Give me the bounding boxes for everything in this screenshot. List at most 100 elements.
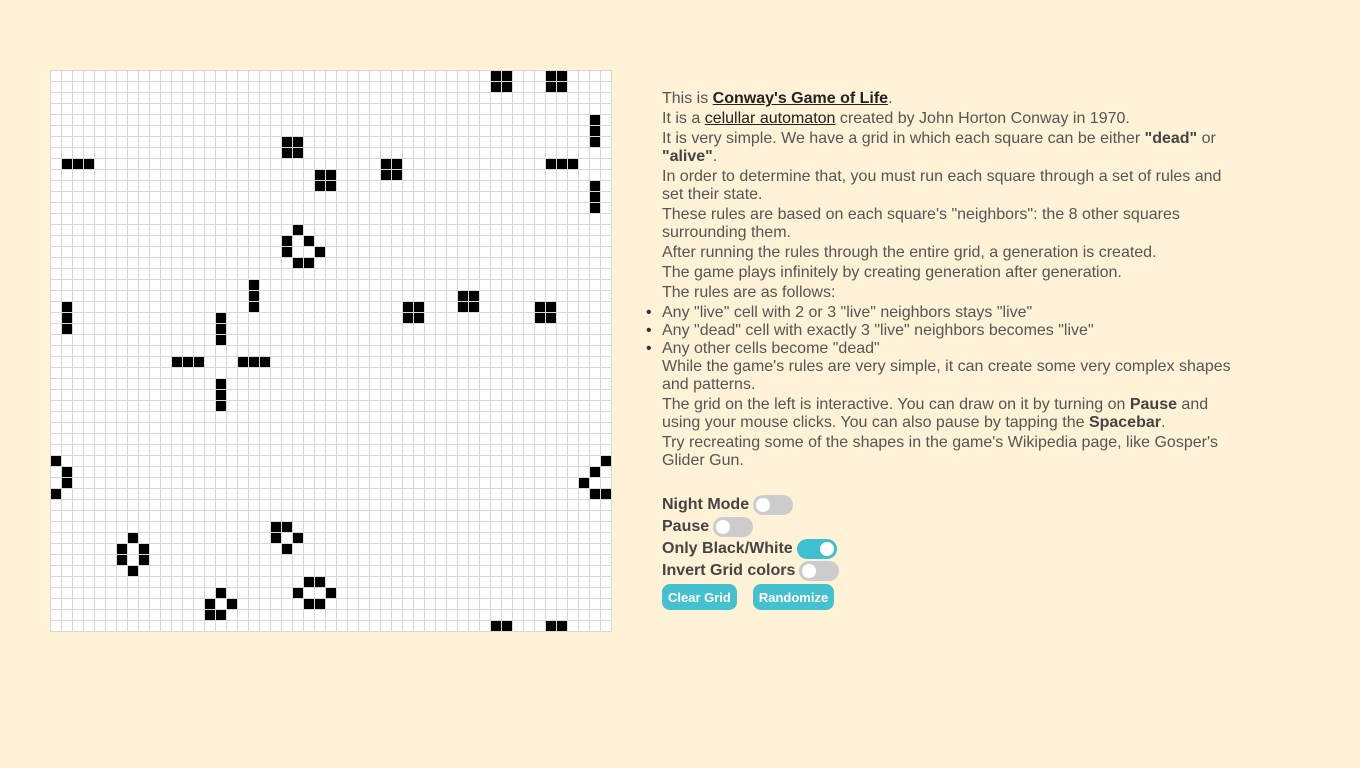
grid-cell[interactable]	[579, 247, 589, 257]
grid-cell[interactable]	[172, 357, 182, 367]
grid-cell[interactable]	[128, 588, 138, 598]
grid-cell[interactable]	[304, 599, 314, 609]
grid-cell[interactable]	[458, 555, 468, 565]
grid-cell[interactable]	[381, 423, 391, 433]
grid-cell[interactable]	[491, 577, 501, 587]
grid-cell[interactable]	[260, 181, 270, 191]
grid-cell[interactable]	[282, 445, 292, 455]
grid-cell[interactable]	[194, 313, 204, 323]
grid-cell[interactable]	[304, 104, 314, 114]
grid-cell[interactable]	[172, 247, 182, 257]
grid-cell[interactable]	[227, 511, 237, 521]
grid-cell[interactable]	[359, 357, 369, 367]
grid-cell[interactable]	[172, 544, 182, 554]
grid-cell[interactable]	[95, 269, 105, 279]
grid-cell[interactable]	[117, 588, 127, 598]
grid-cell[interactable]	[601, 203, 611, 213]
grid-cell[interactable]	[557, 236, 567, 246]
grid-cell[interactable]	[238, 247, 248, 257]
grid-cell[interactable]	[458, 522, 468, 532]
grid-cell[interactable]	[117, 368, 127, 378]
grid-cell[interactable]	[216, 467, 226, 477]
grid-cell[interactable]	[73, 500, 83, 510]
grid-cell[interactable]	[161, 93, 171, 103]
grid-cell[interactable]	[271, 137, 281, 147]
grid-cell[interactable]	[194, 434, 204, 444]
grid-cell[interactable]	[304, 544, 314, 554]
grid-cell[interactable]	[370, 225, 380, 235]
grid-cell[interactable]	[128, 445, 138, 455]
grid-cell[interactable]	[502, 258, 512, 268]
grid-cell[interactable]	[513, 236, 523, 246]
grid-cell[interactable]	[458, 511, 468, 521]
grid-cell[interactable]	[282, 368, 292, 378]
grid-cell[interactable]	[73, 456, 83, 466]
grid-cell[interactable]	[557, 170, 567, 180]
grid-cell[interactable]	[282, 489, 292, 499]
grid-cell[interactable]	[62, 104, 72, 114]
grid-cell[interactable]	[348, 368, 358, 378]
grid-cell[interactable]	[370, 269, 380, 279]
grid-cell[interactable]	[458, 401, 468, 411]
grid-cell[interactable]	[216, 379, 226, 389]
grid-cell[interactable]	[161, 148, 171, 158]
grid-cell[interactable]	[458, 137, 468, 147]
grid-cell[interactable]	[51, 269, 61, 279]
grid-cell[interactable]	[128, 126, 138, 136]
grid-cell[interactable]	[513, 93, 523, 103]
grid-cell[interactable]	[326, 445, 336, 455]
grid-cell[interactable]	[392, 324, 402, 334]
grid-cell[interactable]	[139, 115, 149, 125]
grid-cell[interactable]	[568, 280, 578, 290]
grid-cell[interactable]	[469, 357, 479, 367]
grid-cell[interactable]	[524, 203, 534, 213]
grid-cell[interactable]	[315, 137, 325, 147]
grid-cell[interactable]	[260, 148, 270, 158]
grid-cell[interactable]	[106, 599, 116, 609]
grid-cell[interactable]	[513, 247, 523, 257]
grid-cell[interactable]	[458, 544, 468, 554]
grid-cell[interactable]	[359, 203, 369, 213]
grid-cell[interactable]	[139, 93, 149, 103]
grid-cell[interactable]	[183, 478, 193, 488]
grid-cell[interactable]	[315, 71, 325, 81]
grid-cell[interactable]	[84, 357, 94, 367]
grid-cell[interactable]	[447, 126, 457, 136]
grid-cell[interactable]	[205, 412, 215, 422]
grid-cell[interactable]	[183, 324, 193, 334]
grid-cell[interactable]	[271, 577, 281, 587]
grid-cell[interactable]	[568, 225, 578, 235]
grid-cell[interactable]	[238, 170, 248, 180]
grid-cell[interactable]	[348, 412, 358, 422]
grid-cell[interactable]	[502, 610, 512, 620]
grid-cell[interactable]	[392, 291, 402, 301]
grid-cell[interactable]	[282, 291, 292, 301]
grid-cell[interactable]	[161, 522, 171, 532]
grid-cell[interactable]	[216, 555, 226, 565]
grid-cell[interactable]	[106, 148, 116, 158]
grid-cell[interactable]	[370, 181, 380, 191]
grid-cell[interactable]	[73, 214, 83, 224]
grid-cell[interactable]	[524, 148, 534, 158]
grid-cell[interactable]	[436, 104, 446, 114]
grid-cell[interactable]	[227, 489, 237, 499]
grid-cell[interactable]	[304, 434, 314, 444]
grid-cell[interactable]	[326, 588, 336, 598]
grid-cell[interactable]	[62, 115, 72, 125]
grid-cell[interactable]	[205, 335, 215, 345]
grid-cell[interactable]	[447, 104, 457, 114]
grid-cell[interactable]	[73, 82, 83, 92]
grid-cell[interactable]	[590, 214, 600, 224]
grid-cell[interactable]	[447, 456, 457, 466]
grid-cell[interactable]	[271, 588, 281, 598]
grid-cell[interactable]	[73, 544, 83, 554]
grid-cell[interactable]	[546, 192, 556, 202]
grid-cell[interactable]	[370, 511, 380, 521]
grid-cell[interactable]	[414, 390, 424, 400]
grid-cell[interactable]	[535, 126, 545, 136]
grid-cell[interactable]	[51, 181, 61, 191]
grid-cell[interactable]	[260, 115, 270, 125]
grid-cell[interactable]	[293, 104, 303, 114]
grid-cell[interactable]	[51, 434, 61, 444]
grid-cell[interactable]	[172, 236, 182, 246]
